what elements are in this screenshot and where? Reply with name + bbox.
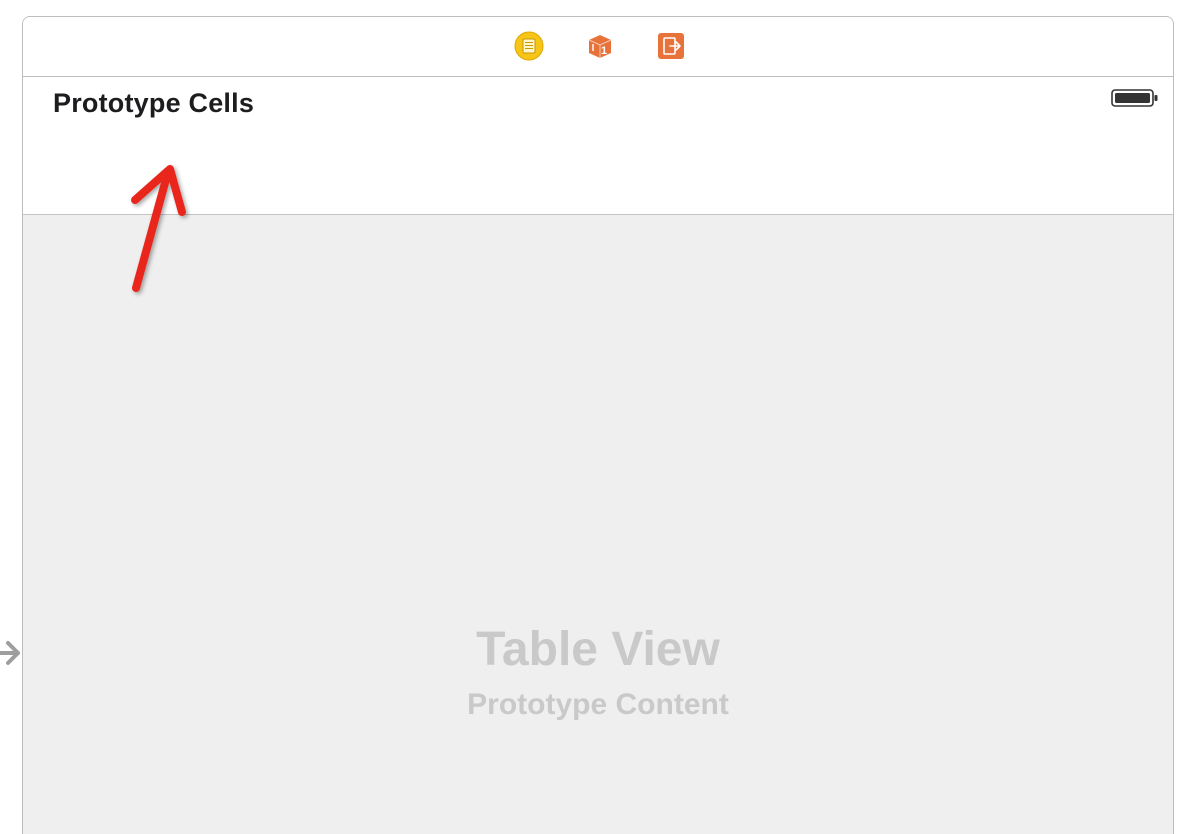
first-responder-number: 1 [601,45,607,57]
table-view-placeholder-subtitle: Prototype Content [467,688,729,721]
entry-point-arrow-icon[interactable] [0,638,22,668]
table-view-placeholder-title: Table View [476,623,720,676]
red-annotation-arrow-icon [131,165,186,292]
table-view-controller-scene[interactable]: 1 Prototype Cells Table View Prototype C… [22,16,1174,834]
scene-dock: 1 [23,17,1173,77]
table-view[interactable]: Table View Prototype Content [23,215,1173,834]
battery-icon [1111,89,1158,107]
first-responder-icon[interactable]: 1 [585,31,615,61]
prototype-cells-label: Prototype Cells [53,88,255,118]
view-controller-icon[interactable] [514,31,544,61]
exit-icon[interactable] [656,31,686,61]
storyboard-canvas: 1 Prototype Cells Table View Prototype C… [0,0,1200,834]
